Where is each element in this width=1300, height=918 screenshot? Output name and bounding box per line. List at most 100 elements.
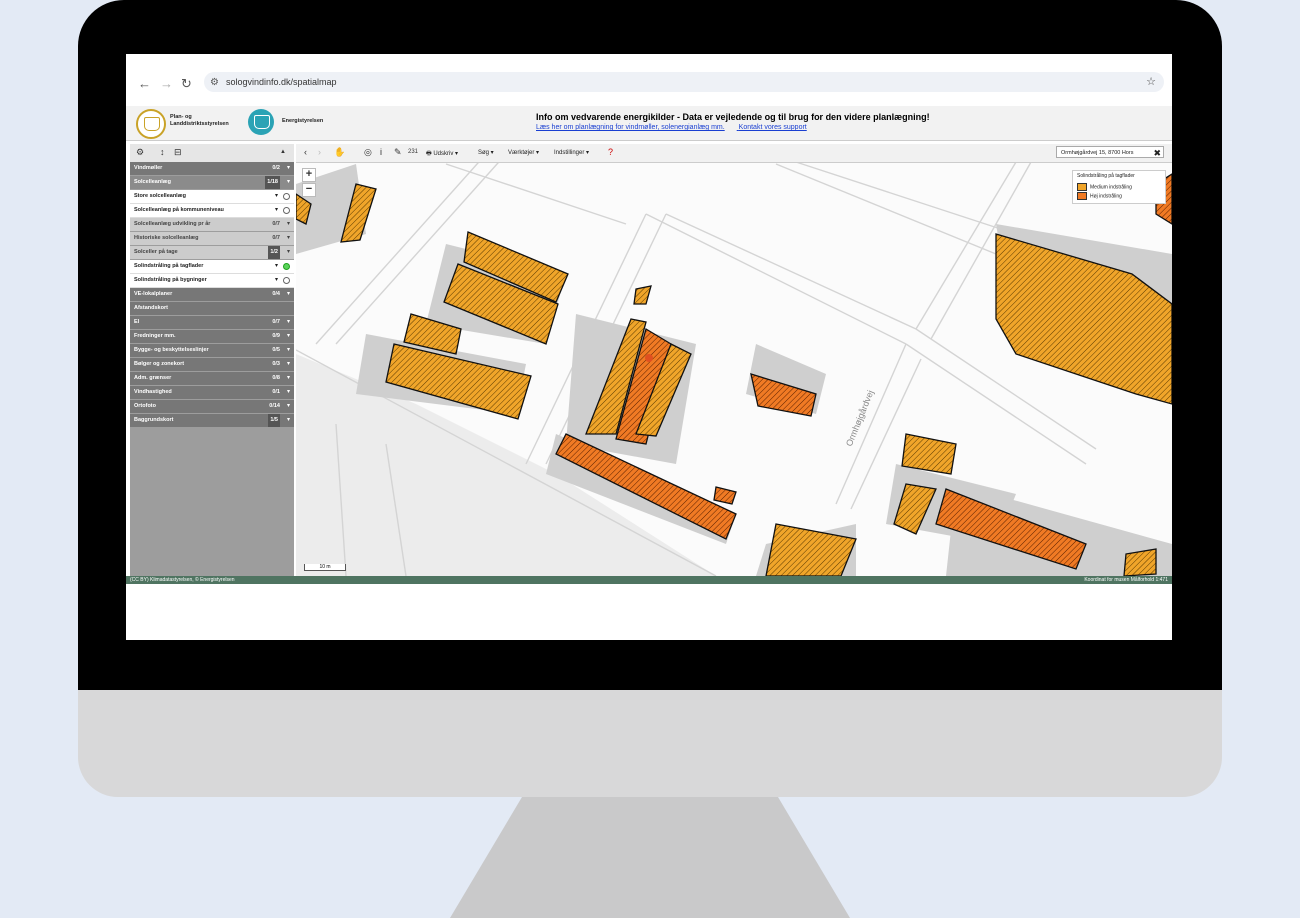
layer-row[interactable]: Solcelleanlæg udvikling pr år 0/7 ▾: [130, 218, 294, 231]
legend-title: Solindstråling på tagflader: [1077, 173, 1135, 179]
layer-count: 0/3: [272, 361, 280, 367]
layer-count: 0/2: [272, 165, 280, 171]
back-icon[interactable]: ←: [138, 76, 151, 91]
layer-row[interactable]: Historiske solcelleanlæg 0/7 ▾: [130, 232, 294, 245]
layer-label: VE-lokalplaner: [134, 291, 173, 297]
chevron-down-icon[interactable]: ▾: [275, 274, 278, 287]
layer-row[interactable]: Vindhastighed 0/1 ▾: [130, 386, 294, 399]
layer-row[interactable]: Store solcelleanlæg ▾: [130, 190, 294, 204]
layer-toggle-icon[interactable]: [283, 193, 290, 200]
layer-label: Solcelleanlæg udvikling pr år: [134, 221, 211, 227]
collapse-icon[interactable]: ⊟: [174, 147, 182, 158]
copyright-text: (CC BY) Klimadatastyrelsen, © Energistyr…: [130, 577, 235, 583]
chevron-down-icon[interactable]: ▾: [287, 162, 290, 175]
status-bar: (CC BY) Klimadatastyrelsen, © Energistyr…: [126, 576, 1172, 584]
chevron-down-icon[interactable]: ▾: [287, 288, 290, 301]
layer-count: 0/14: [269, 403, 280, 409]
layer-visible-toggle-icon[interactable]: [283, 263, 290, 270]
gear-icon[interactable]: ⚙: [136, 147, 144, 158]
zoom-out-button[interactable]: −: [302, 183, 316, 197]
measure-icon[interactable]: 231: [408, 149, 418, 155]
layer-row[interactable]: Solindstråling på bygninger ▾: [130, 274, 294, 288]
chevron-down-icon[interactable]: ▾: [287, 316, 290, 329]
layer-count: 0/9: [272, 333, 280, 339]
chevron-down-icon[interactable]: ▾: [275, 190, 278, 203]
help-icon[interactable]: ?: [608, 147, 613, 157]
layer-toggle-icon[interactable]: [283, 277, 290, 284]
forward-icon[interactable]: →: [160, 76, 173, 91]
chevron-down-icon[interactable]: ▾: [287, 344, 290, 357]
search-menu[interactable]: Søg ▾: [478, 149, 494, 156]
map-area[interactable]: ‹ › ✋ ◎ i ✎ 231 🖶 Udskriv ▾ Søg ▾ Værktø…: [296, 144, 1172, 576]
pan-hand-icon[interactable]: ✋: [334, 147, 345, 158]
address-bar[interactable]: ⚙ sologvindinfo.dk/spatialmap ☆: [204, 72, 1164, 92]
layer-toggle-icon[interactable]: [283, 207, 290, 214]
sort-icon[interactable]: ↕: [160, 147, 165, 157]
site-settings-icon[interactable]: ⚙: [210, 73, 224, 93]
chevron-down-icon[interactable]: ▾: [275, 260, 278, 273]
chevron-down-icon[interactable]: ▾: [287, 218, 290, 231]
chevron-down-icon[interactable]: ▾: [287, 414, 290, 427]
info-icon[interactable]: i: [380, 147, 382, 157]
layer-row[interactable]: Ortofoto 0/14 ▾: [130, 400, 294, 413]
layer-row[interactable]: Solcelleanlæg på kommuneniveau ▾: [130, 204, 294, 218]
page-title: Info om vedvarende energikilder - Data e…: [536, 112, 930, 122]
monitor-chin: [78, 690, 1222, 797]
map-canvas: [296, 144, 1172, 576]
planning-link[interactable]: Læs her om planlægning for vindmøller, s…: [536, 124, 725, 131]
layer-row[interactable]: Solindstråling på tagflader ▾: [130, 260, 294, 274]
settings-menu[interactable]: Indstillinger ▾: [554, 149, 589, 156]
chevron-down-icon[interactable]: ▾: [287, 246, 290, 259]
clear-search-icon[interactable]: ✖: [1153, 147, 1161, 159]
chevron-down-icon[interactable]: ▾: [287, 386, 290, 399]
layer-row[interactable]: Solcelleanlæg 1/18 ▾: [130, 176, 294, 189]
layer-row[interactable]: Adm. grænser 0/8 ▾: [130, 372, 294, 385]
support-link[interactable]: Kontakt vores support: [739, 124, 807, 131]
layer-row[interactable]: Solceller på tage 1/2 ▾: [130, 246, 294, 259]
layer-row[interactable]: Fredninger mm. 0/9 ▾: [130, 330, 294, 343]
chevron-down-icon[interactable]: ▾: [275, 204, 278, 217]
layer-count: 1/5: [268, 414, 280, 427]
chevron-left-icon[interactable]: ‹: [304, 147, 307, 157]
layer-count: 1/2: [268, 246, 280, 259]
bookmark-star-icon[interactable]: ☆: [1146, 72, 1156, 92]
print-menu[interactable]: 🖶 Udskriv ▾: [426, 149, 458, 159]
chevron-down-icon[interactable]: ▾: [287, 176, 290, 189]
layer-row[interactable]: VE-lokalplaner 0/4 ▾: [130, 288, 294, 301]
screen: ← → ↻ ⚙ sologvindinfo.dk/spatialmap ☆ Pla…: [126, 54, 1172, 640]
legend-item-high: Høj indstråling: [1077, 192, 1122, 200]
layer-count: 0/4: [272, 291, 280, 297]
tools-menu[interactable]: Værktøjer ▾: [508, 149, 539, 156]
org2-name: Energistyrelsen: [282, 118, 324, 124]
layer-row[interactable]: Vindmøller 0/2 ▾: [130, 162, 294, 175]
layer-label: Solindstråling på bygninger: [134, 277, 207, 283]
layer-label: Solcelleanlæg: [134, 179, 171, 185]
chevron-right-icon[interactable]: ›: [318, 147, 321, 157]
url-text: sologvindinfo.dk/spatialmap: [226, 77, 337, 87]
layer-row[interactable]: Baggrundskort 1/5 ▾: [130, 414, 294, 427]
layer-row[interactable]: Bygge- og beskyttelseslinjer 0/5 ▾: [130, 344, 294, 357]
layer-row[interactable]: Afstandskort: [130, 302, 294, 315]
address-marker: [645, 354, 653, 362]
layer-label: Vindmøller: [134, 165, 163, 171]
chevron-up-icon[interactable]: ▲: [280, 149, 286, 155]
zoom-in-button[interactable]: +: [302, 168, 316, 182]
layer-panel: ⚙ ↕ ⊟ ▲ Vindmøller 0/2 ▾ Solcelleanlæg 1/18 ▾…: [130, 144, 294, 576]
chevron-down-icon[interactable]: ▾: [287, 232, 290, 245]
chevron-down-icon[interactable]: ▾: [287, 330, 290, 343]
layer-row[interactable]: Bølger og zonekort 0/3 ▾: [130, 358, 294, 371]
browser-bar: ← → ↻ ⚙ sologvindinfo.dk/spatialmap ☆: [126, 54, 1172, 106]
locate-icon[interactable]: ◎: [364, 147, 372, 158]
layer-label: Historiske solcelleanlæg: [134, 235, 199, 241]
layer-label: Baggrundskort: [134, 417, 174, 423]
reload-icon[interactable]: ↻: [181, 76, 192, 92]
site-header: Plan- og Landdistriktsstyrelsen Energist…: [126, 106, 1172, 141]
chevron-down-icon[interactable]: ▾: [287, 400, 290, 413]
map-legend: Solindstråling på tagflader Medium indst…: [1072, 170, 1166, 204]
address-search-field[interactable]: Ormhøjgårdvej 15, 8700 Hors ✖: [1056, 146, 1164, 158]
layer-row[interactable]: El 0/7 ▾: [130, 316, 294, 329]
eraser-icon[interactable]: ✎: [394, 147, 402, 158]
layer-label: Adm. grænser: [134, 375, 172, 381]
chevron-down-icon[interactable]: ▾: [287, 358, 290, 371]
chevron-down-icon[interactable]: ▾: [287, 372, 290, 385]
